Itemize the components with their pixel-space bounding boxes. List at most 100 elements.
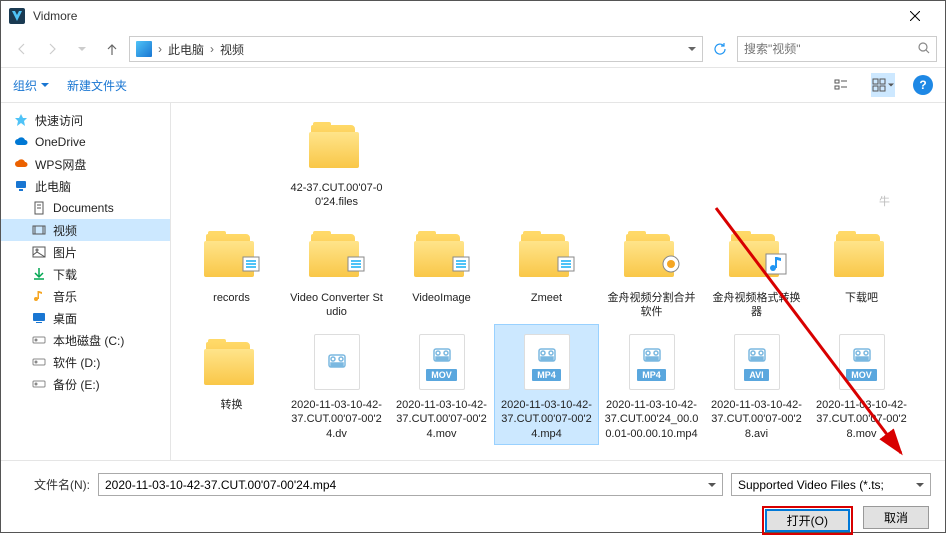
breadcrumb-current[interactable]: 视频 — [220, 41, 244, 58]
breadcrumb-sep: › — [158, 42, 162, 56]
item-thumb — [402, 222, 482, 287]
file-item[interactable]: MP42020-11-03-10-42-37.CUT.00'07-00'24.m… — [494, 324, 599, 445]
sidebar-item-5[interactable]: 视频 — [1, 219, 170, 241]
window-title: Vidmore — [33, 9, 892, 23]
file-item[interactable]: MOV2020-11-03-10-42-37.CUT.00'07-00'28.m… — [809, 324, 914, 445]
folder-item-truncated[interactable]: 42-37.CUT.00'07-00'24.files — [284, 107, 389, 215]
video-icon — [31, 222, 47, 238]
item-thumb — [192, 329, 272, 394]
sidebar-item-8[interactable]: 音乐 — [1, 285, 170, 307]
image-icon — [31, 244, 47, 260]
item-label: records — [213, 291, 250, 305]
sidebar-item-1[interactable]: OneDrive — [1, 131, 170, 153]
view-icons-button[interactable] — [871, 73, 895, 97]
disk-icon — [31, 376, 47, 392]
sidebar-item-6[interactable]: 图片 — [1, 241, 170, 263]
item-thumb: MP4 — [612, 329, 692, 394]
file-item[interactable]: AVI2020-11-03-10-42-37.CUT.00'07-00'28.a… — [704, 324, 809, 445]
search-input[interactable] — [744, 42, 914, 56]
recent-dropdown[interactable] — [69, 36, 95, 62]
item-label: 42-37.CUT.00'07-00'24.files — [289, 181, 384, 210]
item-thumb: MP4 — [507, 329, 587, 394]
navbar: › 此电脑 › 视频 — [1, 31, 945, 67]
filename-input[interactable]: 2020-11-03-10-42-37.CUT.00'07-00'24.mp4 — [98, 473, 723, 496]
folder-item[interactable]: Video Converter Studio — [284, 217, 389, 325]
item-thumb: MOV — [822, 329, 902, 394]
sidebar-item-7[interactable]: 下载 — [1, 263, 170, 285]
search-box[interactable] — [737, 36, 937, 62]
sidebar-item-2[interactable]: WPS网盘 — [1, 153, 170, 175]
address-dropdown[interactable] — [688, 42, 696, 56]
cloud-icon — [13, 156, 29, 172]
view-details-button[interactable] — [829, 73, 853, 97]
folder-item[interactable]: Zmeet — [494, 217, 599, 325]
forward-button[interactable] — [39, 36, 65, 62]
file-item[interactable]: 2020-11-03-10-42-37.CUT.00'07-00'24.dv — [284, 324, 389, 445]
sidebar-label: 此电脑 — [35, 178, 71, 195]
item-label: 2020-11-03-10-42-37.CUT.00'07-00'24.mp4 — [499, 398, 594, 440]
sidebar-item-12[interactable]: 备份 (E:) — [1, 373, 170, 395]
folder-item[interactable]: 金舟视频分割合并软件 — [599, 217, 704, 325]
sidebar-label: Documents — [53, 201, 114, 215]
sidebar: 快速访问 OneDrive WPS网盘此电脑 Documents 视频图片下载音乐桌面本… — [1, 103, 171, 460]
file-item[interactable]: MP42020-11-03-10-42-37.CUT.00'24_00.00.0… — [599, 324, 704, 445]
sidebar-item-3[interactable]: 此电脑 — [1, 175, 170, 197]
address-bar[interactable]: › 此电脑 › 视频 — [129, 36, 703, 62]
folder-item-truncated-right[interactable]: 牛 — [832, 190, 937, 214]
sidebar-label: 视频 — [53, 222, 77, 239]
help-button[interactable]: ? — [913, 75, 933, 95]
folder-item[interactable]: VideoImage — [389, 217, 494, 325]
filetype-select[interactable]: Supported Video Files (*.ts; — [731, 473, 931, 496]
disk-icon — [31, 354, 47, 370]
item-thumb — [507, 222, 587, 287]
sidebar-item-4[interactable]: Documents — [1, 197, 170, 219]
item-thumb — [612, 222, 692, 287]
item-thumb — [297, 222, 377, 287]
doc-icon — [31, 200, 47, 216]
music-icon — [31, 288, 47, 304]
breadcrumb-sep: › — [210, 42, 214, 56]
sidebar-label: 下载 — [53, 266, 77, 283]
item-label: 下载吧 — [845, 291, 878, 305]
cloud-icon — [13, 134, 29, 150]
up-button[interactable] — [99, 36, 125, 62]
item-label: 金舟视频分割合并软件 — [604, 291, 699, 320]
item-thumb — [297, 329, 377, 394]
file-item[interactable]: MOV2020-11-03-10-42-37.CUT.00'07-00'24.m… — [389, 324, 494, 445]
download-icon — [31, 266, 47, 282]
dialog-footer: 文件名(N): 2020-11-03-10-42-37.CUT.00'07-00… — [1, 460, 945, 547]
search-icon[interactable] — [918, 42, 930, 57]
sidebar-label: 图片 — [53, 244, 77, 261]
breadcrumb-root[interactable]: 此电脑 — [168, 41, 204, 58]
sidebar-label: 本地磁盘 (C:) — [53, 332, 124, 349]
sidebar-label: 音乐 — [53, 288, 77, 305]
folder-item[interactable]: 转换 — [179, 324, 284, 445]
desktop-icon — [31, 310, 47, 326]
open-button[interactable]: 打开(O) — [765, 509, 850, 532]
folder-item[interactable]: records — [179, 217, 284, 325]
item-label: 2020-11-03-10-42-37.CUT.00'07-00'28.mov — [814, 398, 909, 440]
item-label: 转换 — [221, 398, 243, 412]
sidebar-item-0[interactable]: 快速访问 — [1, 109, 170, 131]
sidebar-label: OneDrive — [35, 135, 86, 149]
organize-menu[interactable]: 组织 — [13, 77, 49, 94]
sidebar-item-11[interactable]: 软件 (D:) — [1, 351, 170, 373]
sidebar-item-10[interactable]: 本地磁盘 (C:) — [1, 329, 170, 351]
item-label: 2020-11-03-10-42-37.CUT.00'24_00.00.01-0… — [604, 398, 699, 440]
item-label: 2020-11-03-10-42-37.CUT.00'07-00'24.dv — [289, 398, 384, 440]
new-folder-button[interactable]: 新建文件夹 — [67, 77, 127, 94]
pc-icon — [13, 178, 29, 194]
folder-item[interactable]: 下载吧 — [809, 217, 914, 325]
cancel-button[interactable]: 取消 — [863, 506, 929, 529]
refresh-button[interactable] — [707, 36, 733, 62]
back-button[interactable] — [9, 36, 35, 62]
disk-icon — [31, 332, 47, 348]
item-thumb: MOV — [402, 329, 482, 394]
item-thumb — [717, 222, 797, 287]
item-label: 牛 — [879, 195, 890, 209]
folder-item[interactable]: 金舟视频格式转换器 — [704, 217, 809, 325]
item-label: Zmeet — [531, 291, 562, 305]
sidebar-item-9[interactable]: 桌面 — [1, 307, 170, 329]
sidebar-label: 备份 (E:) — [53, 376, 100, 393]
close-button[interactable] — [892, 1, 937, 31]
